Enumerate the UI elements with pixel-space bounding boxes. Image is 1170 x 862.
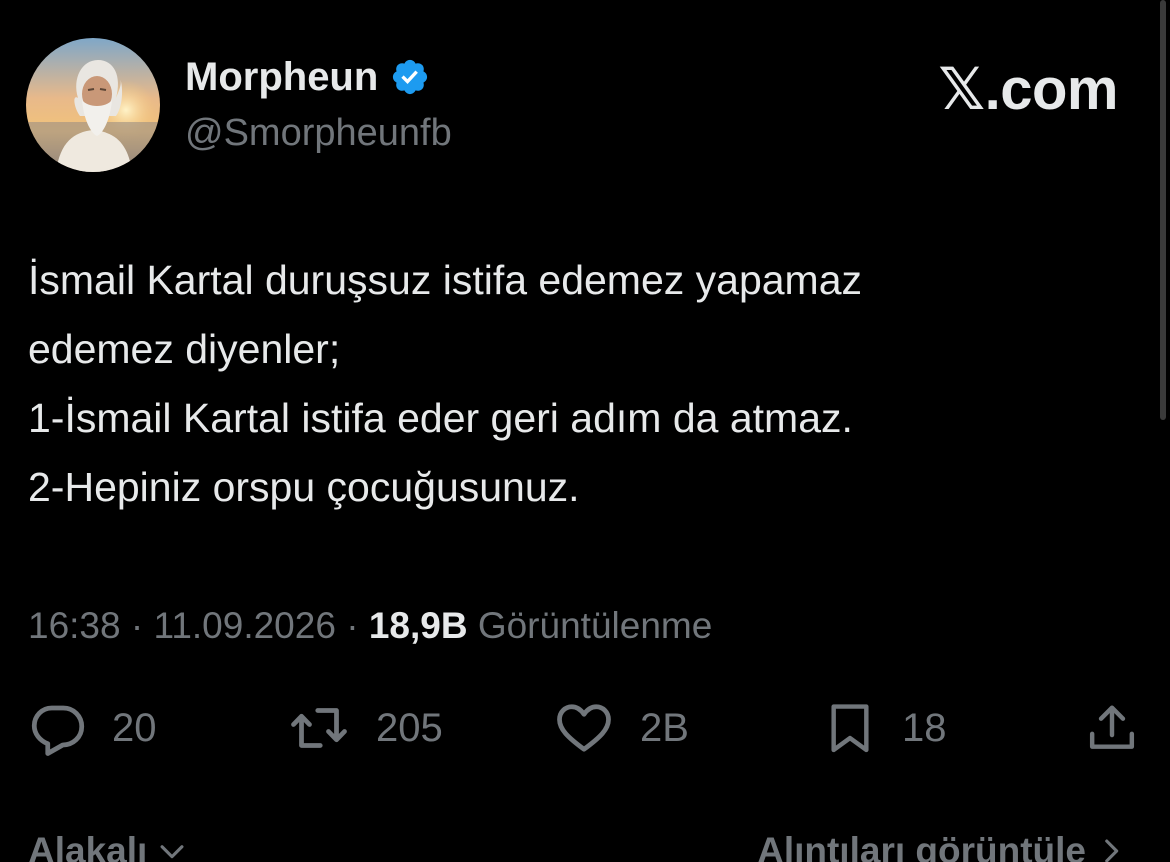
- bookmark-button[interactable]: 18: [822, 696, 947, 760]
- repost-button[interactable]: 205: [286, 696, 443, 760]
- verified-badge-icon[interactable]: [390, 57, 430, 97]
- quotes-label: Alıntıları görüntüle: [757, 830, 1086, 862]
- tweet-line: 1-İsmail Kartal istifa eder geri adım da…: [28, 395, 853, 441]
- bookmark-count: 18: [902, 705, 947, 750]
- x-com-logo: 𝕏.com: [938, 57, 1118, 122]
- tweet-line: 2-Hepiniz orspu çocuğusunuz.: [28, 464, 580, 510]
- reply-bubble-icon: [31, 705, 85, 756]
- relevant-sort-dropdown[interactable]: Alakalı: [28, 826, 189, 862]
- like-count: 2B: [640, 705, 689, 750]
- avatar[interactable]: [26, 38, 160, 172]
- like-button[interactable]: 2B: [552, 696, 689, 760]
- heart-icon: [557, 704, 611, 752]
- scrollbar[interactable]: [1160, 0, 1166, 420]
- chevron-right-icon: [1105, 839, 1119, 862]
- author-row[interactable]: Morpheun: [185, 52, 430, 102]
- views-label[interactable]: Görüntülenme: [478, 605, 712, 646]
- share-upload-icon: [1089, 705, 1135, 749]
- relevant-label: Alakalı: [28, 830, 148, 862]
- views-count[interactable]: 18,9B: [369, 605, 468, 646]
- repost-count: 205: [376, 705, 443, 750]
- meta-separator: ·: [346, 605, 359, 646]
- view-quotes-link[interactable]: Alıntıları görüntüle: [757, 826, 1128, 862]
- display-name[interactable]: Morpheun: [185, 52, 378, 102]
- share-button[interactable]: [1084, 696, 1140, 760]
- tweet-line: edemez diyenler;: [28, 326, 341, 372]
- author-handle[interactable]: @Smorpheunfb: [185, 108, 452, 158]
- action-bar: 20 205 2B 18: [0, 696, 1170, 760]
- bottom-bar: Alakalı Alıntıları görüntüle: [0, 822, 1170, 862]
- tweet-time[interactable]: 16:38: [28, 605, 121, 646]
- bookmark-icon: [831, 704, 869, 753]
- repost-arrows-icon: [291, 708, 347, 748]
- meta-separator: ·: [130, 605, 144, 646]
- tweet-line: İsmail Kartal duruşsuz istifa edemez yap…: [28, 257, 863, 303]
- reply-button[interactable]: 20: [28, 696, 157, 760]
- tweet-text: İsmail Kartal duruşsuz istifa edemez yap…: [28, 246, 1118, 522]
- chevron-down-icon: [160, 845, 184, 859]
- reply-count: 20: [112, 705, 157, 750]
- tweet-meta: 16:38 · 11.09.2026 · 18,9B Görüntülenme: [28, 600, 712, 652]
- tweet-date[interactable]: 11.09.2026: [153, 605, 335, 646]
